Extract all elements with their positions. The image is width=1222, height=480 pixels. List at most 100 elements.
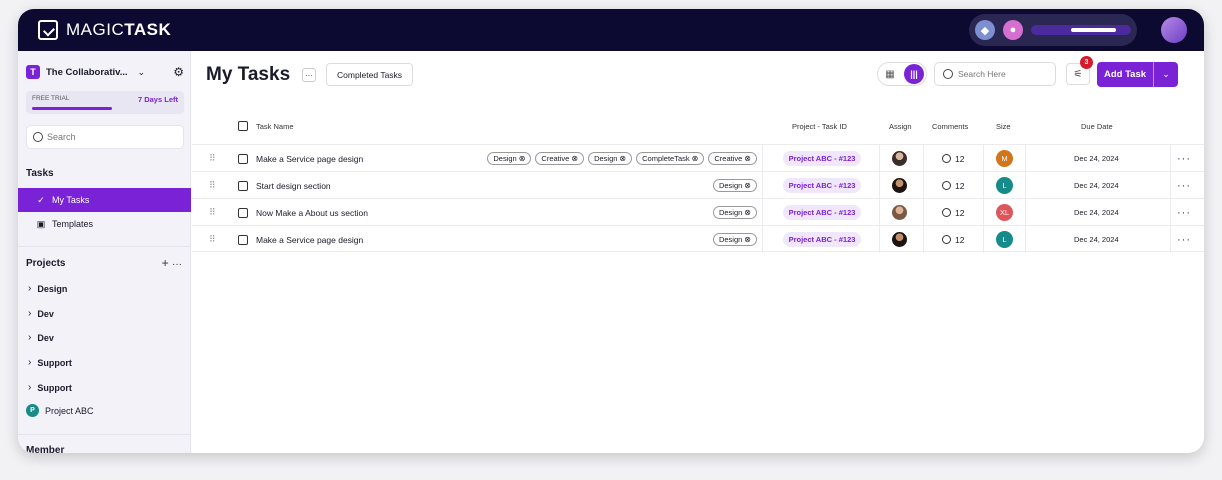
row-checkbox[interactable]	[238, 145, 248, 172]
row-checkbox[interactable]	[238, 172, 248, 199]
filter-count-badge: 3	[1080, 56, 1093, 69]
due-date[interactable]: Dec 24, 2024	[1074, 226, 1119, 253]
row-more-icon[interactable]: ···	[1177, 172, 1191, 199]
col-assign[interactable]: Assign	[889, 122, 912, 131]
task-name[interactable]: Now Make a About us section	[256, 199, 368, 226]
row-more-icon[interactable]: ···	[1177, 145, 1191, 172]
tag[interactable]: Design ⊗	[712, 233, 757, 246]
project-avatar: P	[26, 404, 39, 417]
assignee-avatar[interactable]	[892, 145, 907, 172]
robot-icon[interactable]: ◆	[975, 20, 995, 40]
search-icon	[33, 132, 43, 142]
add-task-label: Add Task	[1103, 69, 1147, 80]
app-logo[interactable]: MAGICTASK	[38, 20, 171, 40]
drag-handle-icon[interactable]: ⠿	[209, 226, 216, 253]
projects-heading: Projects	[26, 258, 66, 269]
grid-view-icon[interactable]: ▦	[880, 64, 900, 84]
tag[interactable]: CompleteTask ⊗	[636, 152, 705, 165]
table-row[interactable]: ⠿ Make a Service page design Design ⊗ Cre…	[192, 144, 1204, 172]
chevron-right-icon: ›	[28, 308, 32, 319]
completed-tasks-button[interactable]: Completed Tasks	[326, 63, 414, 86]
table-row[interactable]: ⠿ Start design section Design ⊗ Project A…	[192, 171, 1204, 199]
select-all-checkbox[interactable]	[238, 121, 248, 133]
sidebar-item-templates[interactable]: ▣ Templates	[18, 212, 191, 236]
col-comments[interactable]: Comments	[932, 122, 968, 131]
size-badge[interactable]: L	[996, 172, 1013, 199]
drag-handle-icon[interactable]: ⠿	[209, 199, 216, 226]
size-badge[interactable]: L	[996, 226, 1013, 253]
task-name[interactable]: Make a Service page design	[256, 226, 363, 253]
comments-count[interactable]: 12	[942, 199, 964, 226]
view-toggle[interactable]: ▦ |||	[877, 62, 927, 86]
due-date[interactable]: Dec 24, 2024	[1074, 145, 1119, 172]
chevron-right-icon: ›	[28, 283, 32, 294]
comments-count[interactable]: 12	[942, 145, 964, 172]
due-date[interactable]: Dec 24, 2024	[1074, 199, 1119, 226]
task-name[interactable]: Start design section	[256, 172, 331, 199]
row-more-icon[interactable]: ···	[1177, 226, 1191, 253]
add-task-button[interactable]: Add Task ⌄	[1097, 62, 1178, 87]
remove-tag-icon: ⊗	[744, 235, 751, 244]
tag[interactable]: Creative ⊗	[708, 152, 757, 165]
comments-count[interactable]: 12	[942, 226, 964, 253]
user-avatar[interactable]	[1161, 17, 1187, 43]
row-checkbox[interactable]	[238, 226, 248, 253]
size-badge[interactable]: XL	[996, 199, 1013, 226]
tasks-heading: Tasks	[26, 168, 54, 179]
add-project-icon[interactable]: +	[162, 256, 169, 270]
project-item[interactable]: › Design	[28, 283, 67, 294]
sidebar-item-my-tasks[interactable]: ✓ My Tasks	[18, 188, 191, 212]
project-pill[interactable]: Project ABC - #123	[782, 172, 862, 199]
topbar-widget[interactable]: ◆ ●	[969, 14, 1137, 46]
col-due-date[interactable]: Due Date	[1081, 122, 1113, 131]
tag[interactable]: Design ⊗	[712, 206, 757, 219]
due-date[interactable]: Dec 24, 2024	[1074, 172, 1119, 199]
assignee-avatar[interactable]	[892, 172, 907, 199]
project-item[interactable]: › Dev	[28, 308, 54, 319]
search-input[interactable]: Search Here	[934, 62, 1056, 86]
project-item[interactable]: › Support	[28, 382, 72, 393]
project-pill[interactable]: Project ABC - #123	[782, 226, 862, 253]
tag[interactable]: Design ⊗	[487, 152, 532, 165]
member-heading: Member	[26, 445, 65, 453]
table-row[interactable]: ⠿ Make a Service page design Design ⊗ Pro…	[192, 225, 1204, 253]
more-options-button[interactable]: ···	[302, 68, 316, 82]
table-header: Task Name Project - Task ID Assign Comme…	[192, 117, 1204, 137]
row-more-icon[interactable]: ···	[1177, 199, 1191, 226]
comments-count[interactable]: 12	[942, 172, 964, 199]
trial-label: FREE TRIAL	[32, 95, 70, 102]
sidebar-search[interactable]: Search	[26, 125, 184, 149]
project-pill[interactable]: Project ABC - #123	[782, 199, 862, 226]
template-icon: ▣	[36, 218, 46, 229]
board-view-icon[interactable]: |||	[904, 64, 924, 84]
size-badge[interactable]: M	[996, 145, 1013, 172]
row-checkbox[interactable]	[238, 199, 248, 226]
remove-tag-icon: ⊗	[619, 154, 627, 163]
project-abc-item[interactable]: P Project ABC	[26, 404, 94, 417]
table-row[interactable]: ⠿ Now Make a About us section Design ⊗ Pr…	[192, 198, 1204, 226]
col-size[interactable]: Size	[996, 122, 1011, 131]
assignee-avatar[interactable]	[892, 199, 907, 226]
more-icon[interactable]: ···	[172, 259, 182, 270]
col-task-name[interactable]: Task Name	[256, 122, 294, 131]
tag[interactable]: Design ⊗	[588, 152, 633, 165]
assignee-avatar[interactable]	[892, 226, 907, 253]
page-title: My Tasks	[206, 64, 291, 85]
gear-icon[interactable]: ⚙	[173, 65, 184, 79]
tag[interactable]: Design ⊗	[712, 179, 757, 192]
tag[interactable]: Creative ⊗	[535, 152, 585, 165]
col-project[interactable]: Project - Task ID	[792, 122, 847, 131]
chevron-right-icon: ›	[28, 382, 32, 393]
workspace-switcher[interactable]: T The Collaborativ... ⌄ ⚙	[26, 65, 184, 79]
project-item[interactable]: › Dev	[28, 332, 54, 343]
trial-banner: FREE TRIAL 7 Days Left	[26, 91, 184, 114]
drag-handle-icon[interactable]: ⠿	[209, 145, 216, 172]
rocket-icon[interactable]: ●	[1003, 20, 1023, 40]
project-pill[interactable]: Project ABC - #123	[782, 145, 862, 172]
chevron-down-icon[interactable]: ⌄	[138, 67, 146, 78]
project-item[interactable]: › Support	[28, 357, 72, 368]
task-name[interactable]: Make a Service page design	[256, 145, 363, 172]
drag-handle-icon[interactable]: ⠿	[209, 172, 216, 199]
logo-text: MAGICTASK	[66, 20, 172, 39]
chevron-down-icon[interactable]: ⌄	[1154, 69, 1178, 80]
